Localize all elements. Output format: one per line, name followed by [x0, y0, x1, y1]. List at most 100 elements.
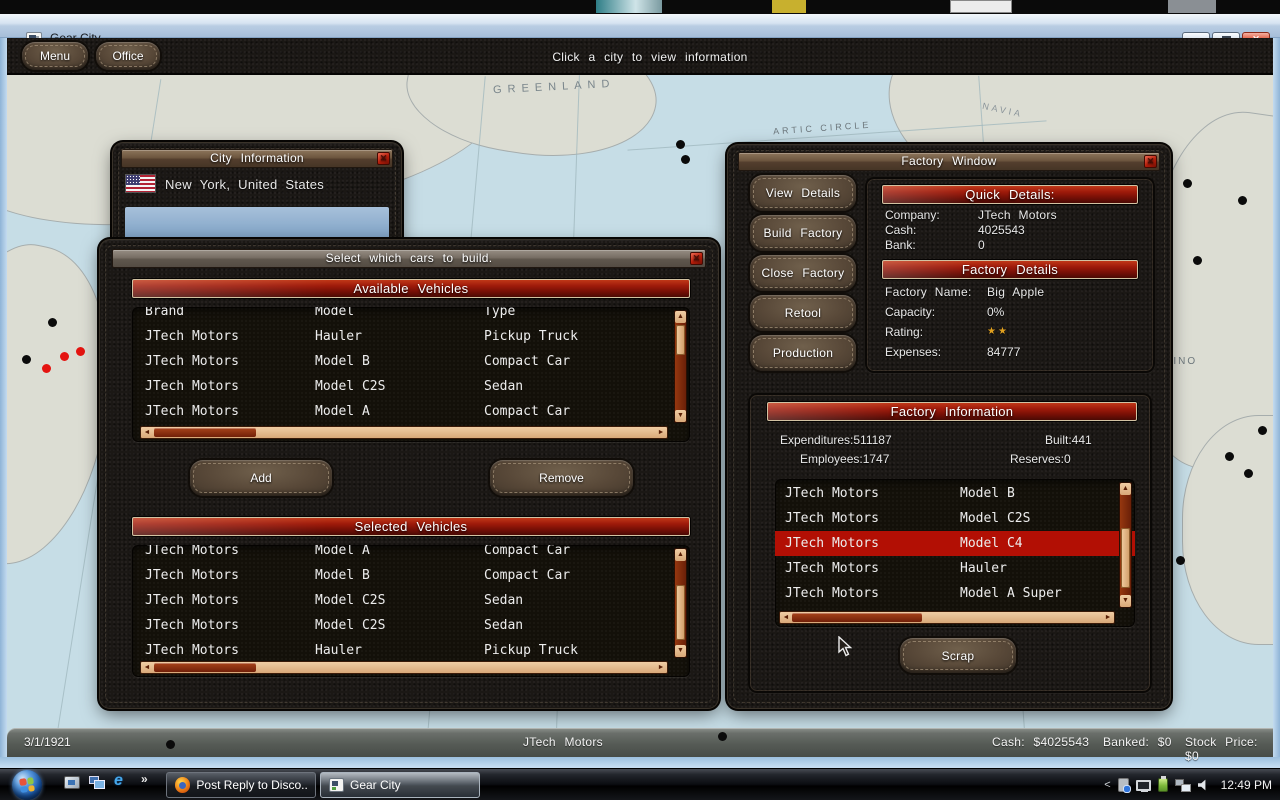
city-dot[interactable]: [1193, 256, 1202, 265]
os-titlebar[interactable]: Gear City ✕: [0, 14, 1280, 38]
taskbar-button-gear-city[interactable]: Gear City: [320, 772, 480, 798]
window-switcher-icon[interactable]: [89, 776, 106, 789]
vehicle-row[interactable]: JTech MotorsModel ACompact Car: [132, 399, 690, 424]
scroll-down-icon[interactable]: ▼: [675, 410, 686, 422]
close-icon[interactable]: ✕: [1144, 155, 1157, 168]
window-frame-right: [1273, 38, 1280, 757]
scroll-down-icon[interactable]: ▼: [1120, 595, 1131, 607]
city-dot[interactable]: [1176, 556, 1185, 565]
scroll-thumb[interactable]: [792, 613, 922, 622]
game-statusbar: 3/1/1921 JTech Motors Cash: $4025543 Ban…: [7, 728, 1273, 757]
available-vehicles-header: Available Vehicles: [132, 279, 690, 298]
factory-vehicle-list[interactable]: JTech MotorsModel B JTech MotorsModel C2…: [775, 479, 1135, 627]
vehicle-row[interactable]: JTech MotorsHaulerPickup Truck: [132, 638, 690, 663]
city-dot[interactable]: [1244, 469, 1253, 478]
vehicle-row[interactable]: JTech MotorsModel C2SSedan: [132, 588, 690, 613]
vehicle-row[interactable]: JTech MotorsModel BCompact Car: [132, 563, 690, 588]
available-vehicles-list[interactable]: BrandModelType JTech MotorsHaulerPickup …: [132, 307, 690, 442]
scroll-right-icon[interactable]: ►: [655, 427, 667, 438]
close-icon[interactable]: ✕: [377, 152, 390, 165]
city-dot[interactable]: [1183, 179, 1192, 188]
scroll-left-icon[interactable]: ◄: [141, 427, 153, 438]
tray-clock[interactable]: 12:49 PM: [1221, 778, 1272, 792]
taskbar-button-firefox[interactable]: Post Reply to Disco...: [166, 772, 316, 798]
factory-information-panel: Factory Information Expenditures:511187 …: [748, 393, 1152, 693]
vehicle-row[interactable]: JTech MotorsModel A Super: [775, 581, 1135, 606]
factory-information-header: Factory Information: [767, 402, 1137, 421]
vehicle-row[interactable]: JTech MotorsModel B: [775, 481, 1135, 506]
factory-details-header: Factory Details: [882, 260, 1138, 279]
retool-button[interactable]: Retool: [750, 295, 856, 331]
tray-app-icon[interactable]: [1118, 778, 1129, 792]
city-dot: [718, 732, 727, 741]
city-dot[interactable]: [676, 140, 685, 149]
selected-vehicles-list[interactable]: JTech MotorsModel ACompact Car JTech Mot…: [132, 545, 690, 677]
city-dot[interactable]: [681, 155, 690, 164]
scroll-thumb[interactable]: [154, 663, 256, 672]
vertical-scrollbar[interactable]: ▲ ▼: [1119, 482, 1132, 608]
scroll-up-icon[interactable]: ▲: [675, 549, 686, 561]
vertical-scrollbar[interactable]: ▲ ▼: [674, 310, 687, 423]
scroll-thumb[interactable]: [676, 325, 685, 355]
close-icon[interactable]: ✕: [690, 252, 703, 265]
scroll-left-icon[interactable]: ◄: [780, 612, 792, 623]
scroll-right-icon[interactable]: ►: [655, 662, 667, 673]
tray-expand-icon[interactable]: <: [1104, 779, 1110, 791]
quick-launch-overflow-icon[interactable]: »: [141, 772, 148, 786]
city-dot-active[interactable]: [76, 347, 85, 356]
employees-stat: Employees:1747: [800, 452, 889, 466]
scroll-down-icon[interactable]: ▼: [675, 645, 686, 657]
vertical-scrollbar[interactable]: ▲ ▼: [674, 548, 687, 658]
city-dot[interactable]: [1225, 452, 1234, 461]
vehicle-row[interactable]: JTech MotorsHaulerPickup Truck: [132, 324, 690, 349]
vehicle-row[interactable]: JTech MotorsModel C2SSedan: [132, 374, 690, 399]
start-button[interactable]: [12, 770, 42, 800]
city-dot[interactable]: [22, 355, 31, 364]
horizontal-scrollbar[interactable]: ◄ ►: [779, 611, 1115, 624]
system-tray: < 12:49 PM: [1104, 769, 1272, 800]
city-dot-active[interactable]: [42, 364, 51, 373]
tray-power-icon[interactable]: [1158, 778, 1168, 792]
scroll-thumb[interactable]: [154, 428, 256, 437]
horizontal-scrollbar[interactable]: ◄ ►: [140, 661, 668, 674]
hint-text: Click a city to view information: [10, 50, 1280, 64]
scroll-up-icon[interactable]: ▲: [675, 311, 686, 323]
city-dot[interactable]: [48, 318, 57, 327]
city-window-titlebar[interactable]: City Information ✕: [121, 149, 393, 168]
factory-name-label: Factory Name:: [885, 285, 972, 299]
show-desktop-icon[interactable]: [64, 776, 80, 789]
city-dot[interactable]: [1258, 426, 1267, 435]
factory-window-titlebar[interactable]: Factory Window ✕: [738, 152, 1160, 171]
select-dialog-titlebar[interactable]: Select which cars to build. ✕: [112, 249, 706, 268]
scroll-right-icon[interactable]: ►: [1102, 612, 1114, 623]
add-button[interactable]: Add: [190, 460, 332, 496]
game-date: 3/1/1921: [24, 735, 71, 749]
build-factory-button[interactable]: Build Factory: [750, 215, 856, 251]
production-button[interactable]: Production: [750, 335, 856, 371]
capacity-label: Capacity:: [885, 305, 935, 319]
close-factory-button[interactable]: Close Factory: [750, 255, 856, 291]
scrap-button[interactable]: Scrap: [900, 638, 1016, 673]
scroll-thumb[interactable]: [676, 585, 685, 640]
vehicle-row[interactable]: JTech MotorsModel ACompact Car: [132, 545, 690, 563]
desktop-strip: [0, 0, 1280, 14]
tray-network-icon[interactable]: [1175, 779, 1191, 792]
vehicle-row[interactable]: JTech MotorsHauler: [775, 556, 1135, 581]
scroll-left-icon[interactable]: ◄: [141, 662, 153, 673]
remove-button[interactable]: Remove: [490, 460, 633, 496]
window-frame-left: [0, 38, 7, 757]
tray-volume-icon[interactable]: [1198, 779, 1210, 791]
city-dot[interactable]: [1238, 196, 1247, 205]
view-details-button[interactable]: View Details: [750, 175, 856, 211]
scroll-up-icon[interactable]: ▲: [1120, 483, 1131, 495]
vehicle-row[interactable]: JTech MotorsModel BCompact Car: [132, 349, 690, 374]
vehicle-row-selected[interactable]: JTech MotorsModel C4: [775, 531, 1135, 556]
horizontal-scrollbar[interactable]: ◄ ►: [140, 426, 668, 439]
vehicle-row[interactable]: JTech MotorsModel C2S: [775, 506, 1135, 531]
scroll-thumb[interactable]: [1121, 528, 1130, 588]
rating-label: Rating:: [885, 325, 923, 339]
city-dot-active[interactable]: [60, 352, 69, 361]
tray-display-icon[interactable]: [1136, 780, 1151, 791]
internet-explorer-icon[interactable]: e: [114, 772, 123, 790]
vehicle-row[interactable]: JTech MotorsModel C2SSedan: [132, 613, 690, 638]
